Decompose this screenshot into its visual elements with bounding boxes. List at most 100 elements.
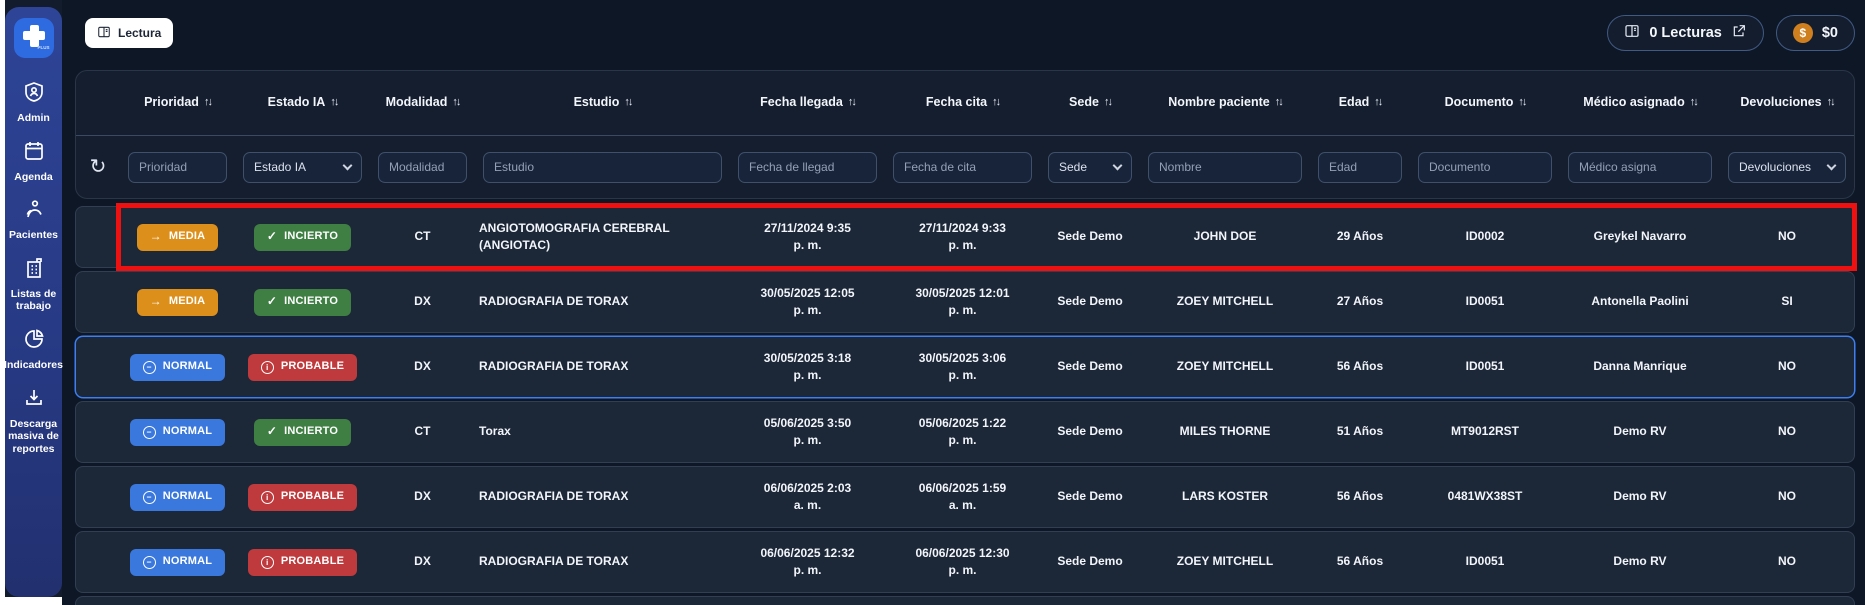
filter-input-medico[interactable] xyxy=(1568,152,1712,183)
filter-input-documento[interactable] xyxy=(1418,152,1552,183)
table-header-panel: Prioridad↑↓ Estado IA↑↓ Modalidad↑↓ Estu… xyxy=(75,70,1855,199)
site-cell: Sede Demo xyxy=(1040,423,1140,440)
document-cell: MT9012RST xyxy=(1410,423,1560,440)
doctor-cell: Greykel Navarro xyxy=(1560,228,1720,245)
filter-input-nombre[interactable] xyxy=(1148,152,1302,183)
age-cell: 27 Años xyxy=(1310,293,1410,310)
patient-name-cell: ZOEY MITCHELL xyxy=(1140,358,1310,375)
returns-cell: NO xyxy=(1720,488,1854,505)
column-header-estudio[interactable]: Estudio↑↓ xyxy=(475,95,730,111)
patient-name-cell: ZOEY MITCHELL xyxy=(1140,293,1310,310)
column-header-modalidad[interactable]: Modalidad↑↓ xyxy=(370,95,475,111)
doctor-cell: Antonella Paolini xyxy=(1560,293,1720,310)
ai-status-badge: iPROBABLE xyxy=(248,484,357,511)
filter-input-estudio[interactable] xyxy=(483,152,722,183)
filter-input-prioridad[interactable] xyxy=(128,152,227,183)
table-row[interactable]: −NORMAL ✓INCIERTO CT Torax 05/06/2025 3:… xyxy=(75,401,1855,463)
sort-icon: ↑↓ xyxy=(1275,96,1282,110)
patient-icon xyxy=(22,197,46,226)
sidebar-item-pacientes[interactable]: Pacientes xyxy=(5,197,62,242)
patient-name-cell: ZOEY MITCHELL xyxy=(1140,553,1310,570)
coin-icon: $ xyxy=(1793,23,1813,43)
calendar-icon xyxy=(22,139,46,168)
column-header-row: Prioridad↑↓ Estado IA↑↓ Modalidad↑↓ Estu… xyxy=(76,71,1854,135)
ai-status-badge: ✓INCIERTO xyxy=(254,224,351,251)
column-header-edad[interactable]: Edad↑↓ xyxy=(1310,95,1410,111)
priority-badge: −NORMAL xyxy=(130,354,225,381)
external-link-icon xyxy=(1731,23,1747,43)
patient-name-cell: LARS KOSTER xyxy=(1140,488,1310,505)
filter-input-modalidad[interactable] xyxy=(378,152,467,183)
modality-cell: DX xyxy=(370,358,475,375)
refresh-button[interactable]: ↻ xyxy=(90,157,107,177)
ai-status-badge: iPROBABLE xyxy=(248,354,357,381)
filter-select-sede[interactable]: Sede xyxy=(1048,152,1132,183)
appointment-date-cell: 30/05/2025 12:01p. m. xyxy=(885,285,1040,320)
lectura-button[interactable]: Lectura xyxy=(85,18,173,48)
sidebar-item-admin[interactable]: Admin xyxy=(5,80,62,125)
sort-icon: ↑↓ xyxy=(1827,96,1834,110)
table-row-partial[interactable] xyxy=(75,596,1855,605)
patient-name-cell: MILES THORNE xyxy=(1140,423,1310,440)
ai-status-icon: i xyxy=(261,361,274,374)
table-body: →MEDIA ✓INCIERTO CT ANGIOTOMOGRAFIA CERE… xyxy=(75,206,1855,605)
site-cell: Sede Demo xyxy=(1040,488,1140,505)
modality-cell: CT xyxy=(370,423,475,440)
arrival-date-cell: 27/11/2024 9:35p. m. xyxy=(730,220,885,255)
priority-badge: −NORMAL xyxy=(130,419,225,446)
document-cell: ID0051 xyxy=(1410,553,1560,570)
filter-select-label: Sede xyxy=(1059,160,1087,174)
column-header-estado-ia[interactable]: Estado IA↑↓ xyxy=(235,95,370,111)
table-row[interactable]: −NORMAL iPROBABLE DX RADIOGRAFIA DE TORA… xyxy=(75,336,1855,398)
filter-select-estado-ia[interactable]: Estado IA xyxy=(243,152,362,183)
column-header-prioridad[interactable]: Prioridad↑↓ xyxy=(120,95,235,111)
document-cell: ID0002 xyxy=(1410,228,1560,245)
balance-pill[interactable]: $ $0 xyxy=(1776,15,1855,51)
column-header-nombre-paciente[interactable]: Nombre paciente↑↓ xyxy=(1140,95,1310,111)
sort-icon: ↑↓ xyxy=(1518,96,1525,110)
reading-pane-icon xyxy=(1624,23,1640,43)
arrival-date-cell: 30/05/2025 12:05p. m. xyxy=(730,285,885,320)
returns-cell: NO xyxy=(1720,358,1854,375)
age-cell: 51 Años xyxy=(1310,423,1410,440)
sort-icon: ↑↓ xyxy=(204,96,211,110)
doctor-cell: Demo RV xyxy=(1560,553,1720,570)
table-row[interactable]: →MEDIA ✓INCIERTO DX RADIOGRAFIA DE TORAX… xyxy=(75,271,1855,333)
column-header-fecha-llegada[interactable]: Fecha llegada↑↓ xyxy=(730,95,885,111)
column-header-medico-asignado[interactable]: Médico asignado↑↓ xyxy=(1560,95,1720,111)
sort-icon: ↑↓ xyxy=(452,96,459,110)
column-header-documento[interactable]: Documento↑↓ xyxy=(1410,95,1560,111)
sidebar-item-label: Listas de trabajo xyxy=(5,288,62,313)
filter-input-fecha-cita[interactable] xyxy=(893,152,1032,183)
returns-cell: NO xyxy=(1720,228,1854,245)
sidebar-item-listas-de-trabajo[interactable]: Listas de trabajo xyxy=(5,256,62,313)
study-cell: ANGIOTOMOGRAFIA CEREBRAL (ANGIOTAC) xyxy=(475,220,730,255)
lecturas-counter-pill[interactable]: 0 Lecturas xyxy=(1607,15,1764,51)
age-cell: 56 Años xyxy=(1310,553,1410,570)
column-header-fecha-cita[interactable]: Fecha cita↑↓ xyxy=(885,95,1040,111)
balance-label: $0 xyxy=(1822,25,1838,41)
app-logo[interactable]: PLUS xyxy=(14,18,54,58)
sidebar-item-indicadores[interactable]: Indicadores xyxy=(5,327,62,372)
table-row[interactable]: −NORMAL iPROBABLE DX RADIOGRAFIA DE TORA… xyxy=(75,531,1855,593)
sort-icon: ↑↓ xyxy=(848,96,855,110)
arrival-date-cell: 06/06/2025 12:32p. m. xyxy=(730,545,885,580)
filter-input-edad[interactable] xyxy=(1318,152,1402,183)
sidebar-item-descarga-masiva[interactable]: Descarga masiva de reportes xyxy=(5,386,62,456)
column-header-sede[interactable]: Sede↑↓ xyxy=(1040,95,1140,111)
ai-status-icon: i xyxy=(261,556,274,569)
table-row[interactable]: −NORMAL iPROBABLE DX RADIOGRAFIA DE TORA… xyxy=(75,466,1855,528)
priority-badge: →MEDIA xyxy=(137,224,219,251)
logo-label: PLUS xyxy=(37,45,49,50)
chevron-down-icon xyxy=(1827,161,1837,171)
filter-select-devoluciones[interactable]: Devoluciones xyxy=(1728,152,1846,183)
sidebar-item-agenda[interactable]: Agenda xyxy=(5,139,62,184)
priority-icon: − xyxy=(143,361,156,374)
filter-input-fecha-llegada[interactable] xyxy=(738,152,877,183)
modality-cell: DX xyxy=(370,293,475,310)
lectura-button-label: Lectura xyxy=(118,26,161,40)
sort-icon: ↑↓ xyxy=(1374,96,1381,110)
appointment-date-cell: 05/06/2025 1:22p. m. xyxy=(885,415,1040,450)
table-row[interactable]: →MEDIA ✓INCIERTO CT ANGIOTOMOGRAFIA CERE… xyxy=(75,206,1855,268)
column-header-devoluciones[interactable]: Devoluciones↑↓ xyxy=(1720,95,1854,111)
